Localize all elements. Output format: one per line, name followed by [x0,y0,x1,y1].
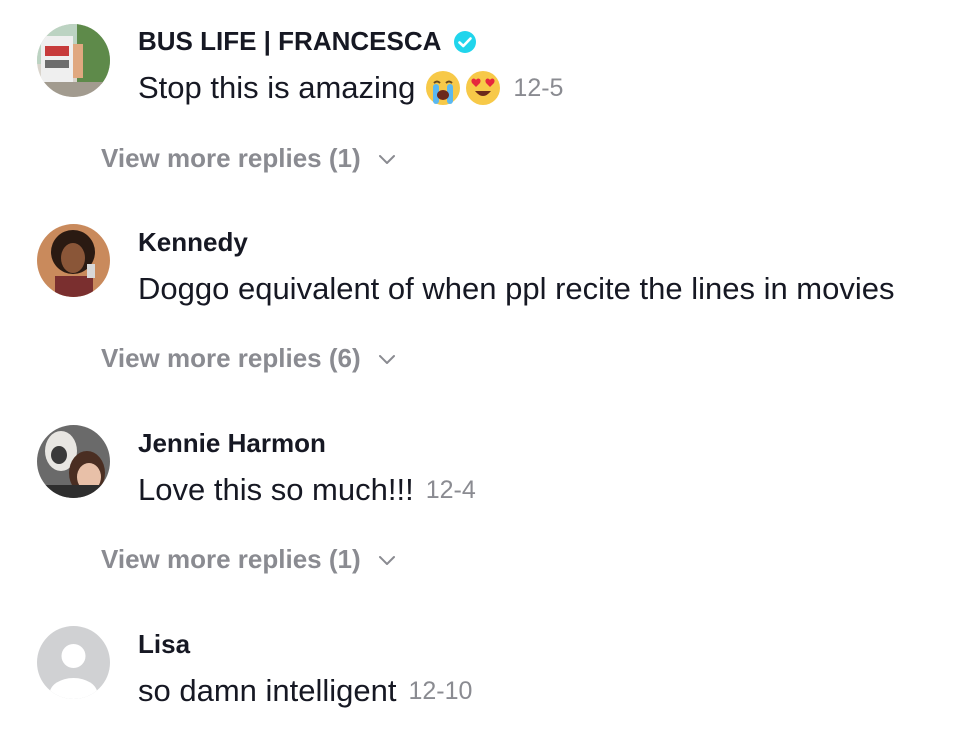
comment-body: Doggo equivalent of when ppl recite the … [138,271,895,306]
avatar[interactable] [37,24,110,97]
comment-text: Love this so much!!! 12-4 [138,472,476,508]
comment-username[interactable]: Jennie Harmon [138,428,326,459]
heart-eyes-icon [465,70,501,106]
replies-label: View more replies (1) [101,544,361,574]
chevron-down-icon [377,550,397,570]
comment-list: BUS LIFE | FRANCESCA Stop this is amazin… [0,0,980,738]
comment-username[interactable]: Kennedy [138,227,248,258]
username-text: BUS LIFE | FRANCESCA [138,26,442,56]
comment-body: Stop this is amazing [138,70,416,105]
view-more-replies-button[interactable]: View more replies (1) [101,143,397,174]
avatar[interactable] [37,224,110,297]
comment-username[interactable]: BUS LIFE | FRANCESCA [138,26,477,57]
avatar[interactable] [37,425,110,498]
username-text: Jennie Harmon [138,428,326,458]
chevron-down-icon [377,349,397,369]
chevron-down-icon [377,149,397,169]
comment-date: 12-4 [425,475,476,504]
verified-badge-icon [453,30,477,54]
comment-text: Stop this is amazing 12-5 [138,70,563,106]
replies-label: View more replies (1) [101,143,361,173]
view-more-replies-button[interactable]: View more replies (6) [101,343,397,374]
comment-body: Love this so much!!! [138,472,414,507]
comment-text: Doggo equivalent of when ppl recite the … [138,271,895,307]
comment-date: 12-10 [408,676,473,705]
comment-date: 12-5 [513,73,564,102]
default-avatar-icon[interactable] [37,626,110,699]
username-text: Lisa [138,629,191,659]
username-text: Kennedy [138,227,248,257]
view-more-replies-button[interactable]: View more replies (1) [101,544,397,575]
replies-label: View more replies (6) [101,343,361,373]
loudly-crying-face-icon [425,70,461,106]
comment-text: so damn intelligent 12-10 [138,673,472,709]
comment-username[interactable]: Lisa [138,629,190,660]
comment-body: so damn intelligent [138,673,397,708]
